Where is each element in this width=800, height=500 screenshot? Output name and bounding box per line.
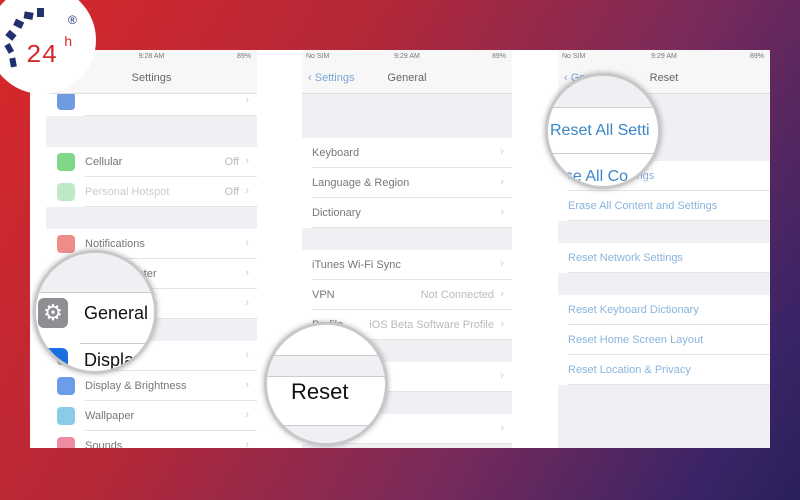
chevron-right-icon: › bbox=[245, 439, 249, 448]
status-bar: No SIM 9:29 AM 89% bbox=[558, 53, 770, 65]
battery-text: 89% bbox=[236, 53, 251, 60]
row-label: Keyboard bbox=[312, 147, 360, 159]
list-item[interactable]: Dictionary › bbox=[302, 198, 512, 228]
row-value: Off bbox=[224, 156, 239, 168]
magnifier-reset-all: Reset All Setti Erase All Co bbox=[545, 73, 661, 189]
chevron-right-icon: › bbox=[500, 206, 504, 218]
svg-text:h: h bbox=[64, 35, 72, 51]
setting-icon bbox=[57, 153, 75, 171]
magnifier-reset-all-label: Reset All Setti bbox=[550, 122, 650, 139]
magnifier-display-label: Display bbox=[84, 350, 144, 370]
time-text: 9:29 AM bbox=[651, 53, 677, 60]
divider bbox=[568, 220, 770, 221]
list-item[interactable]: Personal Hotspot Off › bbox=[46, 177, 257, 207]
magnifier-erase-label: Erase All Co bbox=[545, 168, 629, 185]
row-label: Wallpaper bbox=[85, 410, 135, 422]
list-item[interactable]: Reset Network Settings bbox=[558, 243, 770, 273]
list-item[interactable]: VPN Not Connected › bbox=[302, 280, 512, 310]
divider bbox=[85, 206, 257, 207]
setting-icon bbox=[57, 437, 75, 448]
magnifier-general-label: General bbox=[84, 303, 149, 323]
chevron-right-icon: › bbox=[500, 258, 504, 270]
status-bar: No SIM 9:29 AM 89% bbox=[302, 53, 512, 65]
list-item[interactable]: Reset Home Screen Layout bbox=[558, 325, 770, 355]
page-title: General bbox=[387, 72, 427, 84]
list-item[interactable]: Language & Region › bbox=[302, 168, 512, 198]
row-value: Off bbox=[224, 186, 239, 198]
list-item[interactable]: Wallpaper › bbox=[46, 401, 257, 431]
list-item[interactable]: Reset Keyboard Dictionary bbox=[558, 295, 770, 325]
row-label: Display & Brightness bbox=[85, 380, 187, 392]
svg-text:24: 24 bbox=[26, 40, 57, 70]
divider bbox=[85, 115, 257, 116]
chevron-right-icon: › bbox=[245, 185, 249, 197]
row-label: iTunes Wi-Fi Sync bbox=[312, 259, 401, 271]
display-icon bbox=[38, 348, 68, 371]
chevron-right-icon: › bbox=[500, 146, 504, 158]
chevron-right-icon: › bbox=[245, 237, 249, 249]
magnifier-reset: Reset bbox=[264, 322, 388, 446]
row-label: Notifications bbox=[85, 238, 145, 250]
divider bbox=[568, 384, 770, 385]
list-item[interactable]: Erase All Content and Settings bbox=[558, 191, 770, 221]
chevron-right-icon: › bbox=[245, 94, 249, 106]
screenshots-panel: › Cellular Off › Personal Hotspot Off › Notific… bbox=[30, 50, 770, 448]
magnifier-reset-label: Reset bbox=[291, 379, 349, 404]
logo-speedometer-icon: 24 h ® bbox=[4, 8, 77, 70]
chevron-right-icon: › bbox=[245, 379, 249, 391]
chevron-right-icon: › bbox=[500, 288, 504, 300]
setting-icon bbox=[57, 407, 75, 425]
chevron-right-icon: › bbox=[500, 370, 504, 382]
list-item[interactable]: Cellular Off › bbox=[46, 147, 257, 177]
row-label: Erase All Content and Settings bbox=[568, 200, 718, 212]
nav-bar: No SIM 9:29 AM 89% ‹ Settings General bbox=[302, 50, 512, 94]
row-value: Not Connected bbox=[420, 289, 494, 301]
list-item[interactable]: Reset Location & Privacy bbox=[558, 355, 770, 385]
chevron-right-icon: › bbox=[500, 422, 504, 434]
row-label: Reset Keyboard Dictionary bbox=[568, 304, 699, 316]
row-value: iOS Beta Software Profile bbox=[369, 319, 494, 331]
row-label: Language & Region bbox=[312, 177, 410, 189]
list-item[interactable]: Keyboard › bbox=[302, 138, 512, 168]
setting-icon bbox=[57, 377, 75, 395]
setting-icon bbox=[57, 183, 75, 201]
chevron-right-icon: › bbox=[245, 349, 249, 361]
chevron-right-icon: › bbox=[245, 409, 249, 421]
row-label: Reset Home Screen Layout bbox=[568, 334, 704, 346]
row-label: Reset Network Settings bbox=[568, 252, 683, 264]
chevron-right-icon: › bbox=[500, 318, 504, 330]
magnifier-general: ⚙ General Display bbox=[33, 250, 157, 374]
chevron-right-icon: › bbox=[245, 297, 249, 309]
gear-icon: ⚙ bbox=[38, 298, 68, 328]
logo-24h: 24 h ® bbox=[0, 0, 96, 94]
battery-text: 89% bbox=[749, 53, 764, 60]
setting-icon bbox=[57, 92, 75, 110]
chevron-right-icon: › bbox=[245, 155, 249, 167]
battery-text: 89% bbox=[491, 53, 506, 60]
row-label: Sounds bbox=[85, 440, 123, 448]
chevron-right-icon: › bbox=[245, 267, 249, 279]
settings-screen: › Cellular Off › Personal Hotspot Off › Notific… bbox=[46, 50, 257, 448]
divider bbox=[312, 227, 512, 228]
list-item[interactable]: iTunes Wi-Fi Sync › bbox=[302, 250, 512, 280]
list-item[interactable]: Sounds › bbox=[46, 431, 257, 448]
row-label: Cellular bbox=[85, 156, 123, 168]
setting-icon bbox=[57, 235, 75, 253]
time-text: 9:29 AM bbox=[394, 53, 420, 60]
row-label: VPN bbox=[312, 289, 335, 301]
chevron-right-icon: › bbox=[500, 176, 504, 188]
row-label: Personal Hotspot bbox=[85, 186, 170, 198]
divider bbox=[568, 272, 770, 273]
row-label: Reset Location & Privacy bbox=[568, 364, 691, 376]
list-item[interactable]: Display & Brightness › bbox=[46, 371, 257, 401]
svg-text:®: ® bbox=[68, 13, 77, 27]
row-label: Dictionary bbox=[312, 207, 361, 219]
